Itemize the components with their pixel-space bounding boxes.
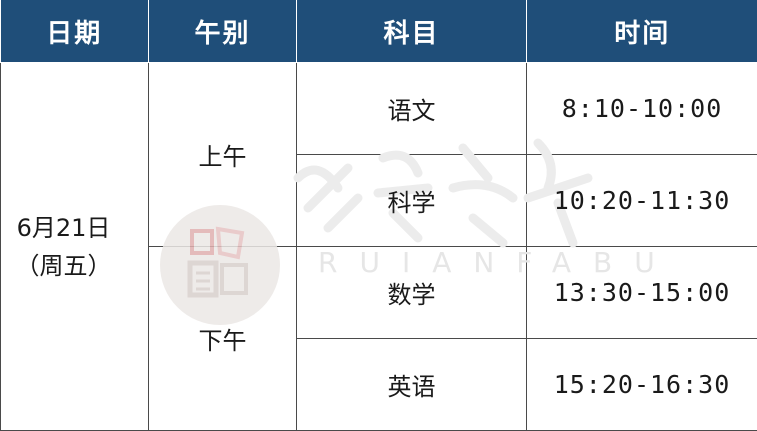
subject-cell: 英语: [296, 338, 527, 431]
header-subject: 科目: [296, 0, 527, 63]
time-cell: 13:30-15:00: [526, 246, 757, 339]
table-row: 6月21日 （周五） 上午 语文 8:10-10:00: [0, 62, 757, 431]
date-cell: 6月21日 （周五）: [0, 62, 149, 431]
time-cell: 8:10-10:00: [526, 62, 757, 155]
date-text: 6月21日: [16, 213, 111, 242]
time-cell: 10:20-11:30: [526, 154, 757, 247]
exam-schedule-table: 日期 午别 科目 时间 6月21日 （周五） 上午 语文 8:10-10:00 …: [0, 0, 757, 431]
session-morning: 上午: [148, 62, 297, 247]
weekday-text: （周五）: [15, 251, 112, 280]
subject-cell: 数学: [296, 246, 527, 339]
subject-cell: 科学: [296, 154, 527, 247]
header-time: 时间: [526, 0, 757, 63]
header-date: 日期: [0, 0, 149, 63]
header-session: 午别: [148, 0, 297, 63]
header-row: 日期 午别 科目 时间: [0, 0, 757, 63]
time-cell: 15:20-16:30: [526, 338, 757, 431]
session-afternoon: 下午: [148, 246, 297, 431]
subject-cell: 语文: [296, 62, 527, 155]
